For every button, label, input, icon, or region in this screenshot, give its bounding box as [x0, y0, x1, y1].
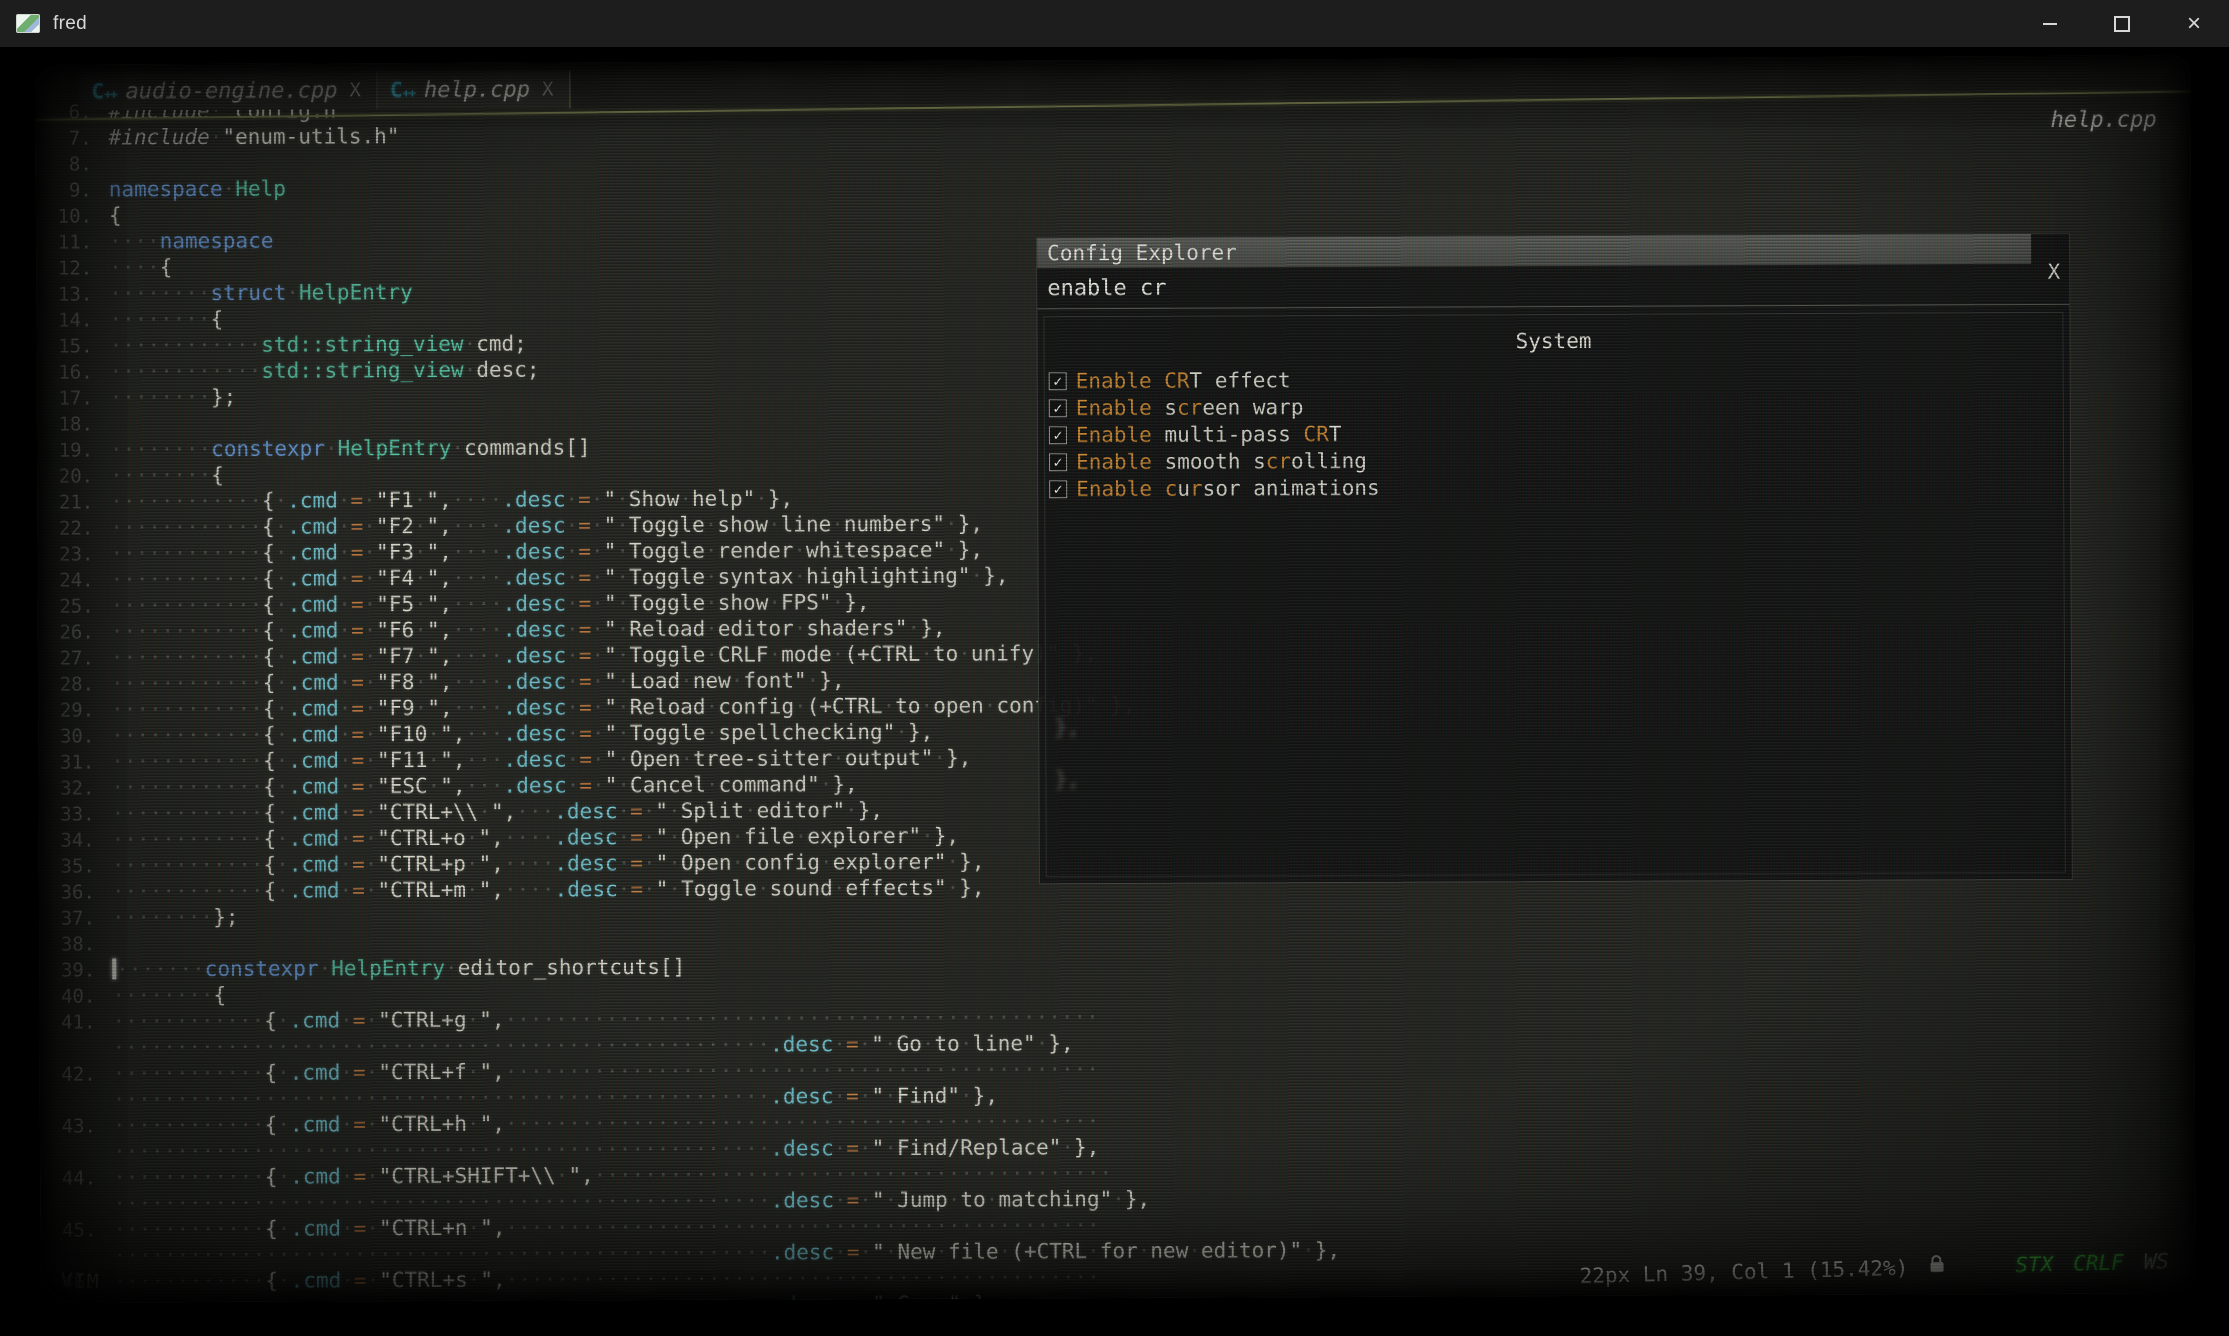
line-number: 35.: [47, 853, 95, 879]
occluded-code-fragment: },: [1054, 715, 1079, 739]
tab-label: audio-engine.cpp: [125, 78, 337, 104]
tab-close-icon[interactable]: X: [542, 78, 554, 100]
dialog-title: Config Explorer: [1037, 234, 2031, 268]
line-number: 16.: [45, 359, 93, 385]
tab-help.cpp[interactable]: C++ help.cpp X: [378, 70, 571, 109]
config-option-label: Enable screen warp: [1076, 395, 1304, 420]
line-number: 26.: [46, 619, 94, 645]
tab-audio-engine.cpp[interactable]: C++ audio-engine.cpp X: [79, 71, 378, 110]
minimize-button[interactable]: [2027, 4, 2073, 44]
tab-label: help.cpp: [424, 77, 530, 102]
line-number: 14.: [44, 307, 92, 333]
line-number: 34.: [47, 827, 95, 853]
line-number: 42.: [48, 1061, 96, 1087]
filename-overlay: help.cpp: [2051, 107, 2157, 132]
dialog-close-icon[interactable]: X: [2048, 260, 2061, 284]
config-option-label: Enable multi-pass CRT: [1076, 422, 1342, 447]
close-button[interactable]: ×: [2171, 4, 2217, 44]
line-number: 41.: [47, 1009, 95, 1035]
dialog-body: System ✓ Enable CRT effect ✓ Enable screen …: [1043, 312, 2065, 877]
line-number: 28.: [46, 671, 94, 697]
window-titlebar: fred ×: [0, 0, 2229, 47]
line-number: 40.: [47, 983, 95, 1009]
checkbox[interactable]: ✓: [1049, 480, 1067, 498]
cpp-file-icon: C++: [91, 79, 116, 103]
line-number: 8.: [44, 151, 92, 177]
status-flag-stx: STX: [2015, 1252, 2054, 1277]
line-number: 36.: [47, 879, 95, 905]
checkbox[interactable]: ✓: [1049, 372, 1067, 390]
config-option-label: Enable smooth scrolling: [1076, 448, 1367, 473]
maximize-button[interactable]: [2099, 4, 2145, 44]
line-number: 9.: [44, 177, 92, 203]
line-number: 18.: [45, 411, 93, 437]
line-number: 43.: [48, 1113, 96, 1139]
status-flag-ws: WS: [2144, 1249, 2170, 1274]
line-number: 22.: [45, 515, 93, 541]
line-number: 12.: [44, 255, 92, 281]
line-number: 39.: [47, 957, 95, 983]
status-flag-crlf: CRLF: [2073, 1250, 2124, 1275]
line-number: 32.: [46, 775, 94, 801]
line-number: 17.: [45, 385, 93, 411]
config-explorer-dialog: Config Explorer X System ✓ Enable CRT eff…: [1036, 233, 2073, 885]
line-number: 20.: [45, 463, 93, 489]
editor-screen: C++ audio-engine.cpp X C++ help.cpp X help.cp…: [35, 55, 2195, 1302]
cpp-file-icon: C++: [390, 78, 415, 102]
checkbox[interactable]: ✓: [1049, 426, 1067, 444]
line-number: 25.: [46, 593, 94, 619]
checkbox[interactable]: ✓: [1049, 453, 1067, 471]
line-number: 11.: [44, 229, 92, 255]
line-number: 13.: [44, 281, 92, 307]
config-search-input[interactable]: [1037, 264, 2069, 310]
line-number: 21.: [45, 489, 93, 515]
line-number: 15.: [44, 333, 92, 359]
line-number: 10.: [44, 203, 92, 229]
line-number: 44.: [48, 1165, 96, 1191]
line-number: 7.: [44, 125, 92, 151]
line-number: 23.: [45, 541, 93, 567]
window-title: fred: [53, 13, 87, 35]
line-number: 31.: [46, 749, 94, 775]
config-option-label: Enable cursor animations: [1076, 475, 1380, 500]
line-number: 24.: [46, 567, 94, 593]
line-number: 27.: [46, 645, 94, 671]
app-icon: [16, 14, 40, 33]
line-number: 45.: [48, 1217, 96, 1243]
line-number: 19.: [45, 437, 93, 463]
occluded-code-fragment: },: [1054, 767, 1079, 791]
checkbox[interactable]: ✓: [1049, 399, 1067, 417]
line-number: 37.: [47, 905, 95, 931]
tab-close-icon[interactable]: X: [349, 79, 361, 101]
config-option-label: Enable CRT effect: [1076, 368, 1291, 393]
line-number: 29.: [46, 697, 94, 723]
status-mode-label: VIM: [60, 1268, 100, 1294]
config-option[interactable]: ✓ Enable cursor animations: [1049, 471, 2063, 502]
section-header-system: System: [1044, 327, 2062, 355]
line-number: 33.: [47, 801, 95, 827]
line-number: 38.: [47, 931, 95, 957]
lock-icon: [1931, 1262, 1944, 1272]
line-number: 30.: [46, 723, 94, 749]
